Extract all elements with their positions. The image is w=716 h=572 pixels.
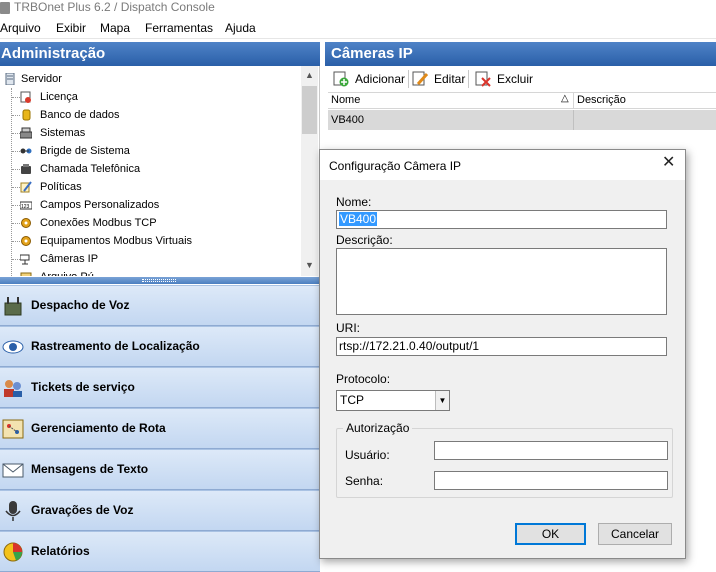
svg-text:123: 123	[21, 204, 30, 210]
scroll-down-icon[interactable]: ▼	[305, 260, 314, 270]
panel-splitter[interactable]	[0, 277, 320, 284]
menu-ajuda[interactable]: Ajuda	[225, 21, 256, 35]
nav-tickets[interactable]: Tickets de serviço	[0, 367, 320, 408]
nav-gerenciamento-rota[interactable]: Gerenciamento de Rota	[0, 408, 320, 449]
tree-item-label: Banco de dados	[40, 109, 120, 121]
cameras-grid-header: Nome △ Descrição	[328, 92, 716, 109]
close-icon[interactable]: ✕	[662, 155, 675, 171]
password-field[interactable]	[434, 471, 668, 490]
uri-field[interactable]: rtsp://172.21.0.40/output/1	[336, 337, 667, 356]
protocol-label: Protocolo:	[336, 372, 391, 386]
nav-label: Relatórios	[31, 544, 90, 558]
telephone-icon	[21, 164, 31, 174]
delete-icon	[475, 71, 491, 87]
microphone-icon	[5, 501, 21, 521]
menu-bar: Arquivo Exibir Mapa Ferramentas Ajuda	[0, 18, 716, 39]
tree-item-label: Chamada Telefônica	[40, 163, 141, 175]
add-label: Adicionar	[355, 72, 406, 86]
password-label: Senha:	[345, 474, 384, 488]
add-icon	[333, 71, 349, 87]
user-label: Usuário:	[345, 448, 390, 462]
cameras-toolbar: Adicionar Editar Excluir	[325, 66, 716, 91]
people-icon	[4, 380, 22, 397]
bridge-icon	[20, 148, 32, 154]
authorization-group: Autorização Usuário: Senha:	[336, 421, 673, 498]
nav-relatorios[interactable]: Relatórios	[0, 531, 320, 572]
menu-ferramentas[interactable]: Ferramentas	[145, 21, 213, 35]
nav-rastreamento[interactable]: Rastreamento de Localização	[0, 326, 320, 367]
ok-button[interactable]: OK	[515, 523, 586, 545]
gear-icon	[21, 218, 31, 228]
nav-label: Despacho de Voz	[31, 298, 130, 312]
column-header-description[interactable]: Descrição	[577, 94, 626, 106]
edit-icon	[412, 71, 428, 86]
admin-tree: Servidor Licença Banco de dados Sistemas…	[0, 66, 320, 276]
cameras-panel-title: Câmeras IP	[325, 42, 716, 66]
nav-label: Gerenciamento de Rota	[31, 421, 166, 435]
scroll-thumb[interactable]	[302, 86, 317, 134]
radio-icon	[4, 297, 22, 316]
authorization-group-label: Autorização	[343, 421, 413, 435]
tree-item-label: Equipamentos Modbus Virtuais	[40, 235, 193, 247]
uri-label: URI:	[336, 321, 360, 335]
tree-item-label: Brigde de Sistema	[40, 145, 130, 157]
custom-fields-icon: 123	[20, 201, 32, 210]
menu-exibir[interactable]: Exibir	[56, 21, 86, 35]
dialog-title: Configuração Câmera IP	[329, 159, 462, 173]
license-icon	[20, 91, 31, 103]
tree-item-label: Conexões Modbus TCP	[40, 217, 157, 229]
name-field[interactable]: VB400	[336, 210, 667, 229]
nav-mensagens[interactable]: Mensagens de Texto	[0, 449, 320, 490]
dialog-title-bar: Configuração Câmera IP ✕	[320, 150, 685, 180]
name-label: Nome:	[336, 195, 372, 209]
nav-label: Mensagens de Texto	[31, 462, 149, 476]
systems-icon	[20, 127, 32, 139]
server-icon	[5, 73, 15, 85]
chart-pie-icon	[3, 542, 23, 562]
map-icon	[2, 419, 24, 439]
protocol-select[interactable]: TCP ▼	[336, 390, 450, 411]
envelope-icon	[2, 463, 24, 478]
description-field[interactable]	[336, 248, 667, 315]
admin-panel-title: Administração	[0, 42, 320, 66]
menu-mapa[interactable]: Mapa	[100, 21, 130, 35]
tree-item-label: Campos Personalizados	[40, 199, 160, 211]
chevron-down-icon[interactable]: ▼	[435, 391, 449, 410]
archive-icon	[20, 272, 32, 276]
user-field[interactable]	[434, 441, 668, 460]
camera-icon	[20, 254, 30, 265]
tree-item-label: Licença	[40, 91, 78, 103]
nav-label: Tickets de serviço	[31, 380, 135, 394]
title-bar: TRBOnet Plus 6.2 / Dispatch Console	[0, 0, 716, 17]
protocol-value: TCP	[340, 393, 364, 407]
eye-icon	[2, 340, 24, 354]
scroll-up-icon[interactable]: ▲	[305, 70, 314, 80]
menu-arquivo[interactable]: Arquivo	[0, 21, 41, 35]
table-row[interactable]: VB400	[328, 110, 716, 130]
window-title: TRBOnet Plus 6.2 / Dispatch Console	[14, 0, 215, 14]
tree-item-label: Servidor	[21, 73, 62, 85]
tree-item-label: Câmeras IP	[40, 253, 99, 265]
description-label: Descrição:	[336, 233, 393, 247]
name-value: VB400	[339, 212, 378, 226]
sort-ascending-icon: △	[561, 93, 569, 104]
gear-icon	[21, 236, 31, 246]
nav-despacho-voz[interactable]: Despacho de Voz	[0, 285, 320, 326]
app-icon	[0, 2, 10, 14]
nav-label: Rastreamento de Localização	[31, 339, 200, 353]
policy-icon	[20, 181, 32, 193]
database-icon	[22, 109, 31, 121]
cancel-button[interactable]: Cancelar	[598, 523, 672, 545]
edit-label: Editar	[434, 72, 466, 86]
tree-item-label: Sistemas	[40, 127, 86, 139]
delete-label: Excluir	[497, 72, 534, 86]
tree-item-label: Políticas	[40, 181, 82, 193]
column-header-name[interactable]: Nome	[331, 94, 360, 106]
camera-config-dialog: Configuração Câmera IP ✕ Nome: VB400 Des…	[319, 149, 686, 559]
nav-label: Gravações de Voz	[31, 503, 134, 517]
tree-item-label: Arquivo Pú...	[40, 268, 103, 276]
tree-scrollbar[interactable]: ▲ ▼	[301, 66, 318, 276]
cell-name: VB400	[331, 114, 365, 126]
nav-gravacoes[interactable]: Gravações de Voz	[0, 490, 320, 531]
